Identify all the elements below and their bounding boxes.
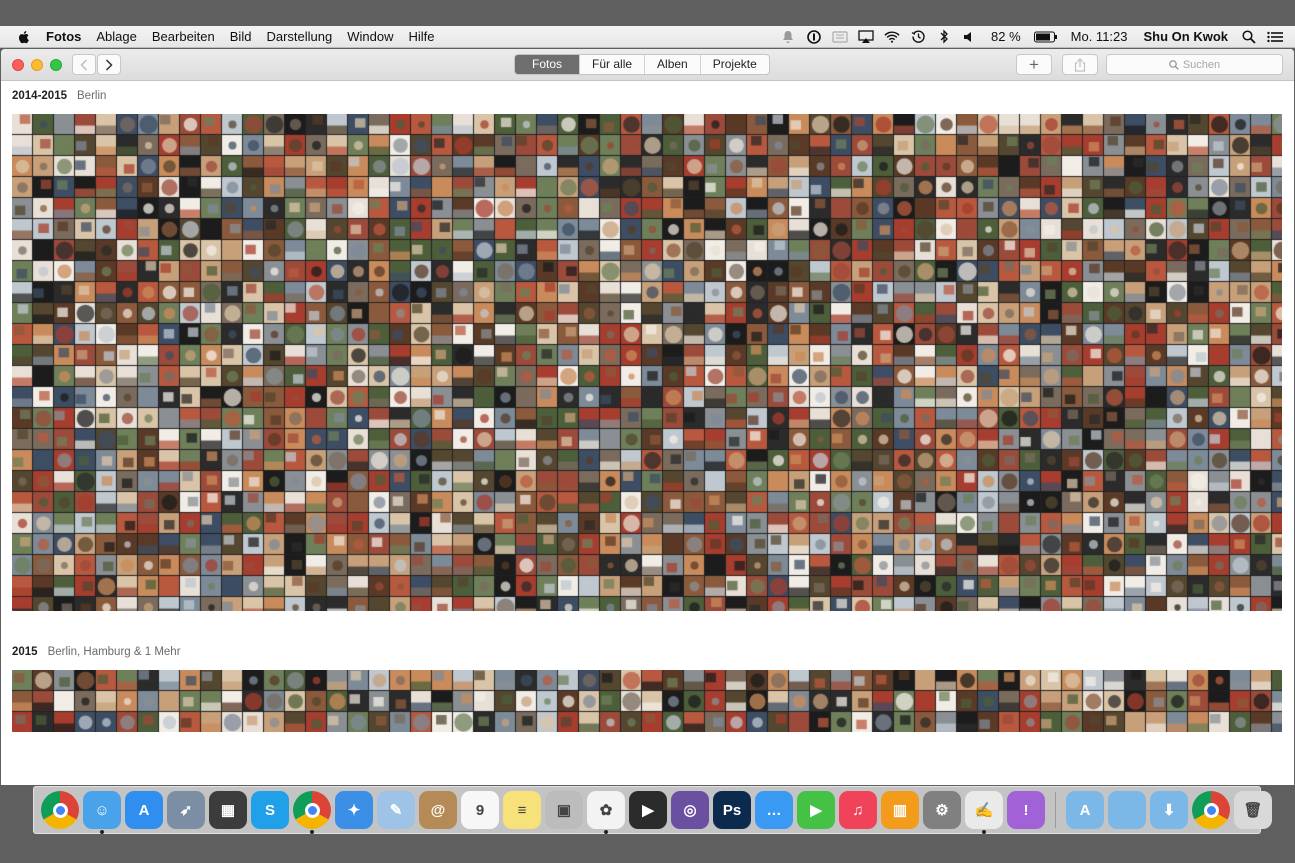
- forward-button[interactable]: [97, 54, 121, 75]
- chrome-document-icon[interactable]: [1192, 791, 1230, 829]
- search-placeholder: Suchen: [1182, 58, 1221, 71]
- running-indicator: [604, 830, 608, 834]
- final-cut-icon[interactable]: ▶: [629, 791, 667, 829]
- battery-icon[interactable]: [1033, 29, 1058, 45]
- search-input[interactable]: Suchen: [1106, 54, 1283, 75]
- bluetooth-icon[interactable]: [936, 29, 952, 45]
- chrome-icon[interactable]: [293, 791, 331, 834]
- wifi-icon[interactable]: [884, 29, 900, 45]
- share-button[interactable]: [1062, 54, 1098, 75]
- menu-ablage[interactable]: Ablage: [96, 29, 136, 44]
- feedback-icon[interactable]: !: [1007, 791, 1045, 829]
- finder-icon[interactable]: ☺: [83, 791, 121, 834]
- downloads-folder-icon[interactable]: ⬇: [1150, 791, 1188, 829]
- menu-user[interactable]: Shu On Kwok: [1144, 29, 1229, 44]
- menu-app-fotos[interactable]: Fotos: [46, 29, 81, 44]
- flux-icon[interactable]: [832, 29, 848, 45]
- tab-alben[interactable]: Alben: [644, 55, 700, 74]
- photoshop-icon[interactable]: Ps: [713, 791, 751, 829]
- menu-clock[interactable]: Mo. 11:23: [1071, 29, 1128, 44]
- system-preferences-icon[interactable]: ⚙: [923, 791, 961, 829]
- running-indicator: [100, 830, 104, 834]
- add-button[interactable]: +: [1016, 54, 1052, 75]
- menu-bar: Fotos Ablage Bearbeiten Bild Darstellung…: [0, 26, 1295, 48]
- image-capture-icon[interactable]: ▣: [545, 791, 583, 829]
- menu-darstellung[interactable]: Darstellung: [266, 29, 332, 44]
- chevron-left-icon: [80, 58, 88, 71]
- mission-control-icon[interactable]: ▦: [209, 791, 247, 829]
- minimize-window-button[interactable]: [31, 59, 43, 71]
- photo-mosaic-2014-2015[interactable]: [12, 114, 1282, 611]
- tab-fuer-alle[interactable]: Für alle: [579, 55, 644, 74]
- close-window-button[interactable]: [12, 59, 24, 71]
- applications-folder-icon[interactable]: A: [1066, 791, 1104, 829]
- apple-menu-icon[interactable]: [16, 29, 32, 45]
- launchpad-icon[interactable]: ➶: [167, 791, 205, 829]
- contacts-icon[interactable]: @: [419, 791, 457, 829]
- tab-fotos[interactable]: Fotos: [515, 55, 580, 74]
- menu-window[interactable]: Window: [347, 29, 393, 44]
- photos-icon[interactable]: ✿: [587, 791, 625, 834]
- app-store-icon[interactable]: A: [125, 791, 163, 829]
- menu-bild[interactable]: Bild: [230, 29, 252, 44]
- itunes-icon[interactable]: ♫: [839, 791, 877, 829]
- section-year: 2014-2015: [12, 90, 67, 102]
- section-year: 2015: [12, 646, 38, 658]
- chrome-app-icon[interactable]: [41, 791, 79, 829]
- view-tabs: Fotos Für alle Alben Projekte: [514, 54, 770, 75]
- tab-projekte[interactable]: Projekte: [699, 55, 769, 74]
- skype-icon[interactable]: S: [251, 791, 289, 829]
- back-button[interactable]: [72, 54, 96, 75]
- photo-mosaic-2015[interactable]: [12, 670, 1282, 732]
- airplay-icon[interactable]: [858, 29, 874, 45]
- documents-folder-icon[interactable]: [1108, 791, 1146, 829]
- notes-icon[interactable]: ≡: [503, 791, 541, 829]
- calendar-icon[interactable]: 9: [461, 791, 499, 829]
- messages-icon[interactable]: …: [755, 791, 793, 829]
- search-icon: [1169, 59, 1179, 70]
- running-indicator: [310, 830, 314, 834]
- battery-percentage: 82 %: [991, 29, 1021, 44]
- dock: ☺ A ➶ ▦ S ✦ ✎ @9 ≡ ▣ ✿ ▶ ◎ Ps… ▶ ♫ ▥ ⚙ ✍! A ⬇ 🗑: [33, 786, 1272, 834]
- section-location: Berlin, Hamburg & 1 Mehr: [47, 646, 181, 658]
- dock-separator: [1055, 792, 1056, 828]
- window-toolbar: Fotos Für alle Alben Projekte + Suchen: [1, 49, 1294, 81]
- textedit-icon[interactable]: ✍: [965, 791, 1003, 834]
- ibooks-icon[interactable]: ▥: [881, 791, 919, 829]
- share-icon: [1074, 57, 1086, 72]
- photos-window: Fotos Für alle Alben Projekte + Suchen 2…: [1, 49, 1294, 785]
- chevron-right-icon: [105, 58, 113, 71]
- preview-icon[interactable]: ✎: [377, 791, 415, 829]
- section-location: Berlin: [77, 90, 107, 102]
- section-header-2014-2015[interactable]: 2014-2015 Berlin: [12, 90, 106, 102]
- fullscreen-window-button[interactable]: [50, 59, 62, 71]
- facetime-icon[interactable]: ▶: [797, 791, 835, 829]
- onepassword-icon[interactable]: [806, 29, 822, 45]
- desktop-bottom: [0, 835, 1295, 863]
- plus-icon: +: [1029, 55, 1039, 74]
- trash-icon[interactable]: 🗑: [1234, 791, 1272, 829]
- volume-icon[interactable]: [962, 29, 978, 45]
- time-machine-icon[interactable]: [910, 29, 926, 45]
- spotlight-icon[interactable]: [1241, 29, 1257, 45]
- notification-icon[interactable]: [780, 29, 796, 45]
- motion-icon[interactable]: ◎: [671, 791, 709, 829]
- section-header-2015[interactable]: 2015 Berlin, Hamburg & 1 Mehr: [12, 646, 181, 658]
- menu-hilfe[interactable]: Hilfe: [408, 29, 434, 44]
- running-indicator: [982, 830, 986, 834]
- safari-icon[interactable]: ✦: [335, 791, 373, 829]
- menu-bearbeiten[interactable]: Bearbeiten: [152, 29, 215, 44]
- notification-center-icon[interactable]: [1267, 29, 1283, 45]
